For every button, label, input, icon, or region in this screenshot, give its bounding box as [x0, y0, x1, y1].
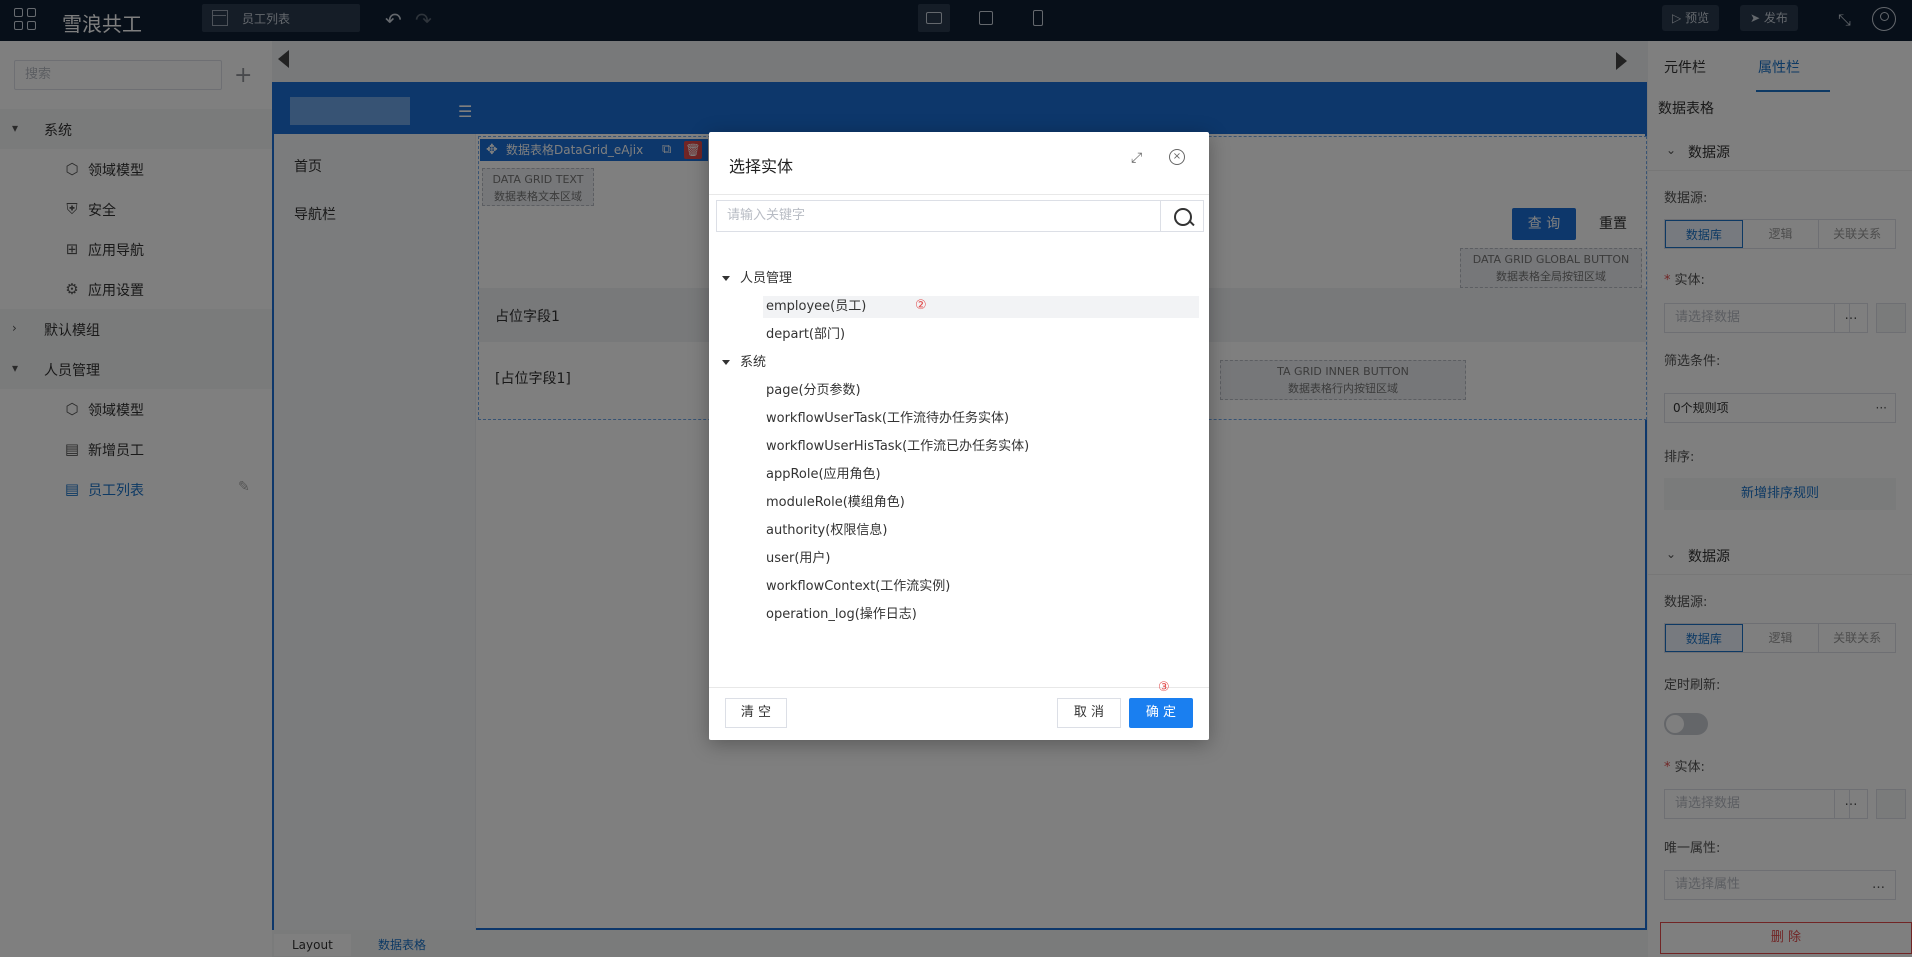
clear-button[interactable]: 清 空 [725, 698, 787, 728]
tree-node-depart[interactable]: depart(部门) [766, 324, 845, 346]
tree-node-workflow-user-task[interactable]: workflowUserTask(工作流待办任务实体) [766, 408, 1009, 430]
tree-node-app-role[interactable]: appRole(应用角色) [766, 464, 881, 486]
close-icon[interactable]: × [1169, 149, 1185, 165]
dialog-title: 选择实体 [729, 157, 794, 176]
step-marker: ③ [1158, 680, 1170, 695]
caret-down-icon [722, 276, 730, 281]
tree-node-workflow-context[interactable]: workflowContext(工作流实例) [766, 576, 950, 598]
tree-node-page[interactable]: page(分页参数) [766, 380, 861, 402]
divider [709, 194, 1209, 195]
maximize-icon[interactable]: ⤢ [1131, 150, 1142, 166]
select-entity-dialog: 选择实体 ⤢ × 请输入关键字 人员管理 employee(员工) ② depa… [709, 132, 1209, 740]
tree-node-user[interactable]: user(用户) [766, 548, 831, 570]
keyword-search-input[interactable]: 请输入关键字 [716, 200, 1166, 232]
tree-node-operation-log[interactable]: operation_log(操作日志) [766, 604, 917, 626]
step-marker: ② [915, 298, 927, 313]
tree-node-employee[interactable]: employee(员工) [763, 296, 1199, 318]
search-icon[interactable] [1160, 200, 1204, 232]
caret-down-icon [722, 360, 730, 365]
tree-group-system[interactable]: 系统 [722, 352, 766, 374]
tree-group-personnel[interactable]: 人员管理 [722, 268, 792, 290]
cancel-button[interactable]: 取 消 [1057, 698, 1121, 728]
tree-node-workflow-user-his-task[interactable]: workflowUserHisTask(工作流已办任务实体) [766, 436, 1029, 458]
confirm-button[interactable]: 确 定 [1129, 698, 1193, 728]
divider [709, 687, 1209, 688]
tree-node-module-role[interactable]: moduleRole(模组角色) [766, 492, 905, 514]
tree-node-authority[interactable]: authority(权限信息) [766, 520, 887, 542]
